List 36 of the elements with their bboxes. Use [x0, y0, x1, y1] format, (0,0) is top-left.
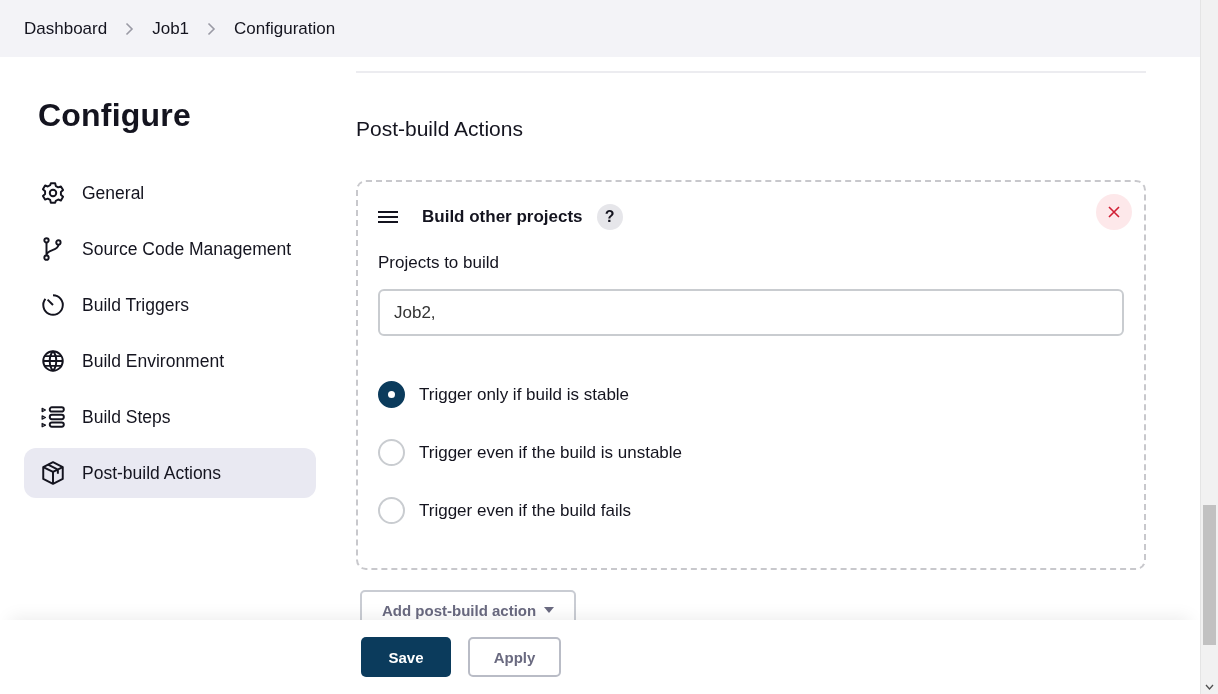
delete-button[interactable] — [1096, 194, 1132, 230]
action-title: Build other projects — [422, 207, 583, 227]
help-button[interactable]: ? — [596, 204, 623, 230]
page-title: Configure — [38, 97, 192, 134]
package-icon — [40, 460, 66, 486]
radio-label[interactable]: Trigger even if the build fails — [419, 500, 631, 521]
save-button[interactable]: Save — [361, 637, 451, 677]
globe-icon — [40, 348, 66, 374]
add-action-button[interactable]: Add post-build action — [360, 590, 577, 620]
sidebar-item[interactable]: Post-build Actions — [24, 448, 316, 498]
radio-label[interactable]: Trigger only if build is stable — [419, 384, 630, 405]
radio-label[interactable]: Trigger even if the build is unstable — [419, 442, 683, 463]
field-label: Projects to build — [378, 253, 500, 273]
drag-handle-icon[interactable] — [378, 211, 398, 223]
radio-button[interactable] — [378, 381, 405, 408]
apply-button[interactable]: Apply — [468, 637, 561, 677]
breadcrumb-link[interactable]: Job1 — [152, 18, 190, 39]
chevron-right-icon — [207, 21, 217, 36]
scrollbar[interactable] — [1200, 0, 1218, 694]
timer-icon — [40, 292, 66, 318]
list-icon — [40, 404, 66, 430]
caret-down-icon — [544, 607, 555, 613]
sidebar-item[interactable]: General — [24, 168, 316, 218]
arrow-down-icon[interactable] — [1205, 684, 1214, 690]
sidebar-item[interactable]: Build Triggers — [24, 280, 316, 330]
close-icon — [1108, 206, 1120, 218]
scrollbar-thumb[interactable] — [1203, 505, 1216, 645]
gear-icon — [40, 180, 66, 206]
chevron-right-icon — [125, 21, 135, 36]
section-heading: Post-build Actions — [356, 117, 524, 141]
breadcrumb-link[interactable]: Configuration — [234, 18, 336, 39]
projects-input[interactable]: Job2, — [378, 289, 1124, 336]
sidebar-item[interactable]: Build Steps — [24, 392, 316, 442]
breadcrumb-link[interactable]: Dashboard — [24, 18, 108, 39]
sidebar-item[interactable]: Build Environment — [24, 336, 316, 386]
sidebar-item[interactable]: Source Code Management — [24, 224, 316, 274]
